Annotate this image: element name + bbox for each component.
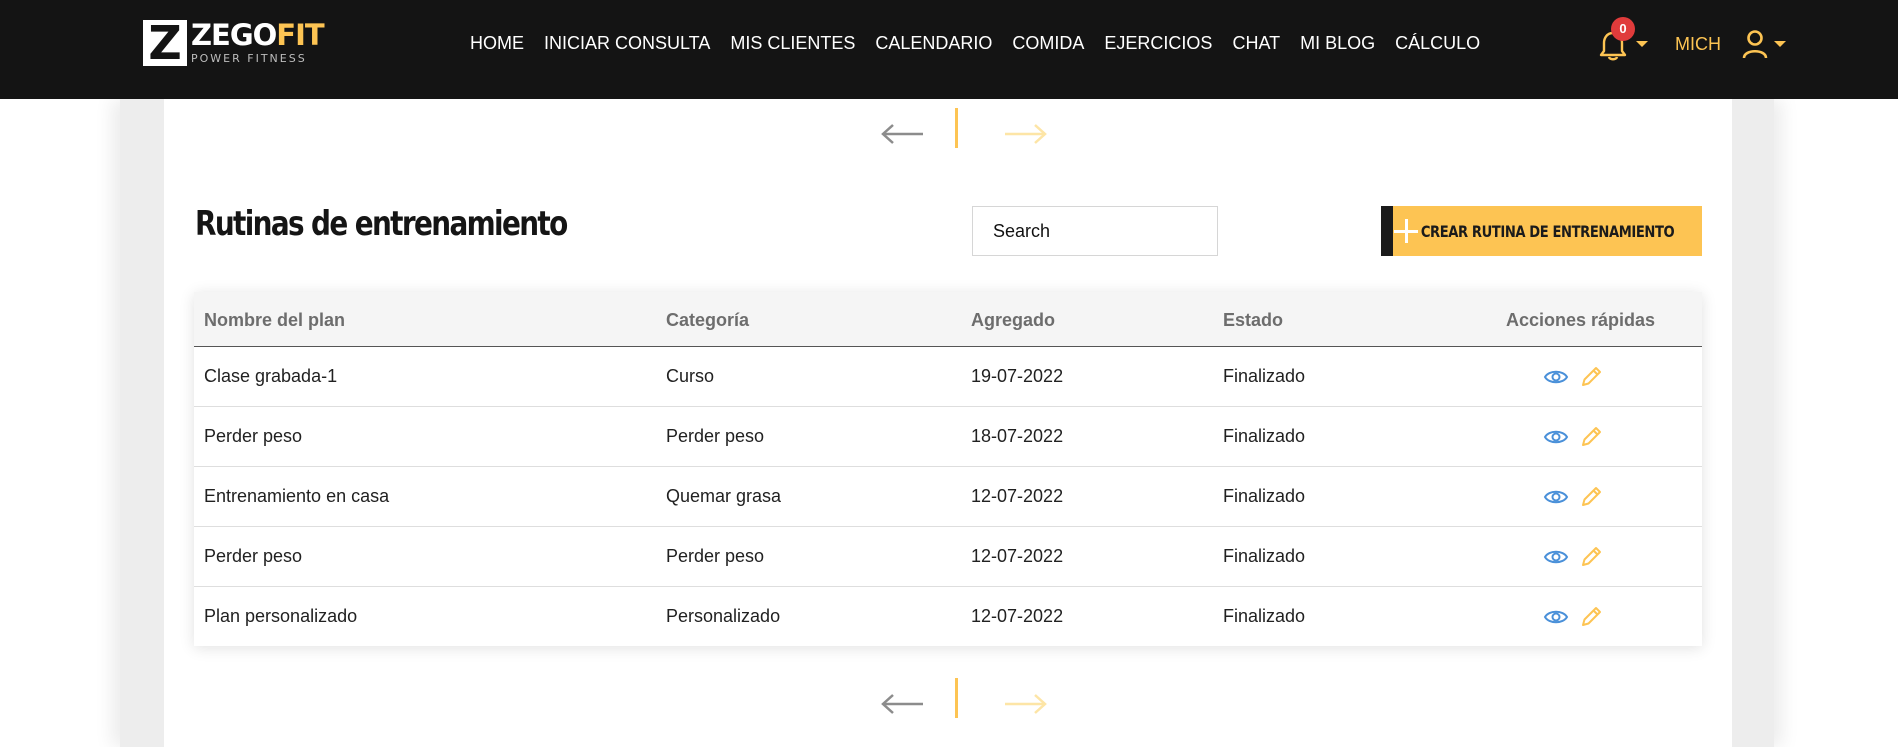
header-nombre-del-plan[interactable]: Nombre del plan [204,310,345,331]
cell-plan-name: Perder peso [204,426,303,446]
nav-calculo[interactable]: CÁLCULO [1395,33,1480,54]
page-gutter-left [120,99,164,747]
cell-date-added: 18-07-2022 [971,426,1064,446]
next-arrow-icon[interactable] [1002,108,1048,148]
next-arrow-icon[interactable] [1002,678,1048,718]
cell-category: Quemar grasa [666,486,782,506]
prev-arrow-icon[interactable] [880,108,926,148]
nav-chat[interactable]: CHAT [1232,33,1280,54]
page-title: Rutinas de entrenamiento [195,204,568,244]
nav-comida[interactable]: COMIDA [1012,33,1084,54]
pagination-top [880,108,1050,148]
cell-status: Finalizado [1223,546,1306,566]
header-categoria[interactable]: Categoría [666,310,749,331]
nav-ejercicios[interactable]: EJERCICIOS [1104,33,1212,54]
nav-mi-blog[interactable]: MI BLOG [1300,33,1375,54]
pagination-bottom [880,678,1050,718]
table-body: Clase grabada-1 Curso 19-07-2022 Finalizado… [194,347,1702,646]
logo-letter: Z [148,16,182,70]
pencil-icon[interactable] [1578,544,1604,570]
cell-category: Perder peso [666,426,765,446]
nav-calendario[interactable]: CALENDARIO [875,33,992,54]
user-name[interactable]: MICH [1675,34,1721,55]
nav-mis-clientes[interactable]: MIS CLIENTES [730,33,855,54]
user-icon[interactable] [1740,28,1770,60]
nav-home[interactable]: HOME [470,33,524,54]
cell-status: Finalizado [1223,366,1306,386]
pencil-icon[interactable] [1578,424,1604,450]
table-row: Perder peso Perder peso 18-07-2022 Finaliza… [194,407,1702,467]
cell-date-added: 12-07-2022 [971,606,1064,626]
eye-icon[interactable] [1543,364,1569,390]
logo-word-yellow: FIT [276,18,324,52]
page-gutter-right [1732,99,1774,747]
notification-badge: 0 [1611,17,1635,41]
table-row: Clase grabada-1 Curso 19-07-2022 Finalizado [194,347,1702,407]
cell-plan-name: Clase grabada-1 [204,366,338,386]
pencil-icon[interactable] [1578,364,1604,390]
user-chevron-down-icon[interactable] [1774,41,1786,47]
create-routine-label: CREAR RUTINA DE ENTRENAMIENTO [1392,206,1702,256]
eye-icon[interactable] [1543,424,1569,450]
eye-icon[interactable] [1543,604,1569,630]
cell-date-added: 19-07-2022 [971,366,1064,386]
table-row: Plan personalizado Personalizado 12-07-202… [194,587,1702,646]
routines-table: Nombre del plan Categoría Agregado Estad… [194,292,1702,646]
nav-iniciar-consulta[interactable]: INICIAR CONSULTA [544,33,710,54]
table-header: Nombre del plan Categoría Agregado Estad… [194,292,1702,347]
cell-date-added: 12-07-2022 [971,486,1064,506]
plus-icon [1381,206,1418,256]
cell-category: Perder peso [666,546,765,566]
cell-plan-name: Plan personalizado [204,606,358,626]
cell-status: Finalizado [1223,486,1306,506]
header-estado[interactable]: Estado [1223,310,1283,331]
header-agregado[interactable]: Agregado [971,310,1055,331]
table-row: Perder peso Perder peso 12-07-2022 Finaliza… [194,527,1702,587]
logo-word-white: ZEGO [191,18,277,52]
logo-tagline: POWER FITNESS [191,52,307,65]
cell-category: Curso [666,366,715,386]
cell-plan-name: Entrenamiento en casa [204,486,390,506]
cell-status: Finalizado [1223,606,1306,626]
prev-arrow-icon[interactable] [880,678,926,718]
cell-category: Personalizado [666,606,781,626]
cell-date-added: 12-07-2022 [971,546,1064,566]
cell-status: Finalizado [1223,426,1306,446]
cell-plan-name: Perder peso [204,546,303,566]
create-routine-button[interactable]: CREAR RUTINA DE ENTRENAMIENTO [1381,206,1702,256]
notifications-chevron-down-icon[interactable] [1636,41,1648,47]
pager-divider [955,678,958,718]
header-acciones-rapidas: Acciones rápidas [1506,310,1656,330]
top-navbar: Z ZEGOFIT POWER FITNESS HOME INICIAR CON… [0,0,1898,99]
search-input[interactable] [972,206,1218,256]
eye-icon[interactable] [1543,484,1569,510]
pencil-icon[interactable] [1578,484,1604,510]
table-row: Entrenamiento en casa Quemar grasa 12-07-2… [194,467,1702,527]
create-routine-text: CREAR RUTINA DE ENTRENAMIENTO [1420,221,1675,241]
page-background-left [0,0,120,747]
pager-divider [955,108,958,148]
logo-wordmark: ZEGOFIT [191,18,325,52]
eye-icon[interactable] [1543,544,1569,570]
brand-logo[interactable]: Z ZEGOFIT POWER FITNESS [143,16,325,70]
pencil-icon[interactable] [1578,604,1604,630]
logo-mark: Z [143,16,187,70]
main-nav: HOME INICIAR CONSULTA MIS CLIENTES CALEN… [470,33,1500,54]
